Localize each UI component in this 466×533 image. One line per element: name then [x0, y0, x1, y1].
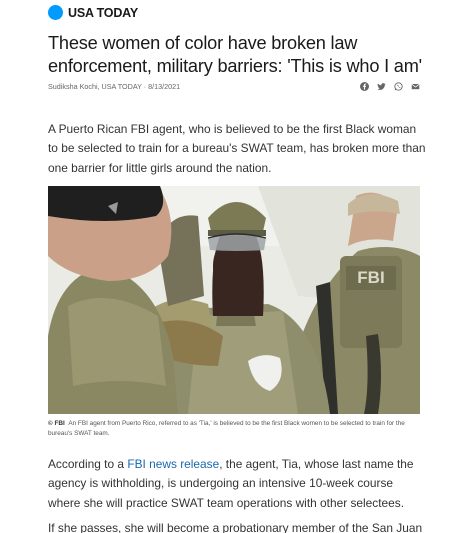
byline: Sudiksha Kochi, USA TODAY · 8/13/2021 [48, 82, 181, 91]
photo-credit: © FBI [48, 420, 65, 427]
photo-caption-text: An FBI agent from Puerto Rico, referred … [48, 420, 405, 437]
share-bar [360, 82, 420, 91]
fbi-news-release-link[interactable]: FBI news release [127, 457, 219, 471]
byline-row: Sudiksha Kochi, USA TODAY · 8/13/2021 [48, 82, 420, 91]
article-lede: A Puerto Rican FBI agent, who is believe… [48, 122, 426, 175]
twitter-icon[interactable] [377, 82, 386, 91]
paragraph-text: According to a [48, 457, 128, 471]
brand-name: USA TODAY [68, 5, 138, 20]
photo-illustration: FBI [48, 186, 420, 414]
brand-logo-icon [48, 5, 63, 20]
email-icon[interactable] [411, 82, 420, 91]
article-photo[interactable]: FBI [48, 186, 420, 414]
masthead[interactable]: USA TODAY [48, 5, 138, 20]
facebook-icon[interactable] [360, 82, 369, 91]
fbi-patch: FBI [357, 268, 384, 287]
whatsapp-icon[interactable] [394, 82, 403, 91]
photo-caption: © FBI An FBI agent from Puerto Rico, ref… [48, 419, 420, 439]
article-headline: These women of color have broken law enf… [48, 33, 422, 76]
article-paragraph: According to a FBI news release, the age… [48, 455, 428, 513]
article-paragraph-partial: If she passes, she will become a probati… [48, 521, 423, 533]
